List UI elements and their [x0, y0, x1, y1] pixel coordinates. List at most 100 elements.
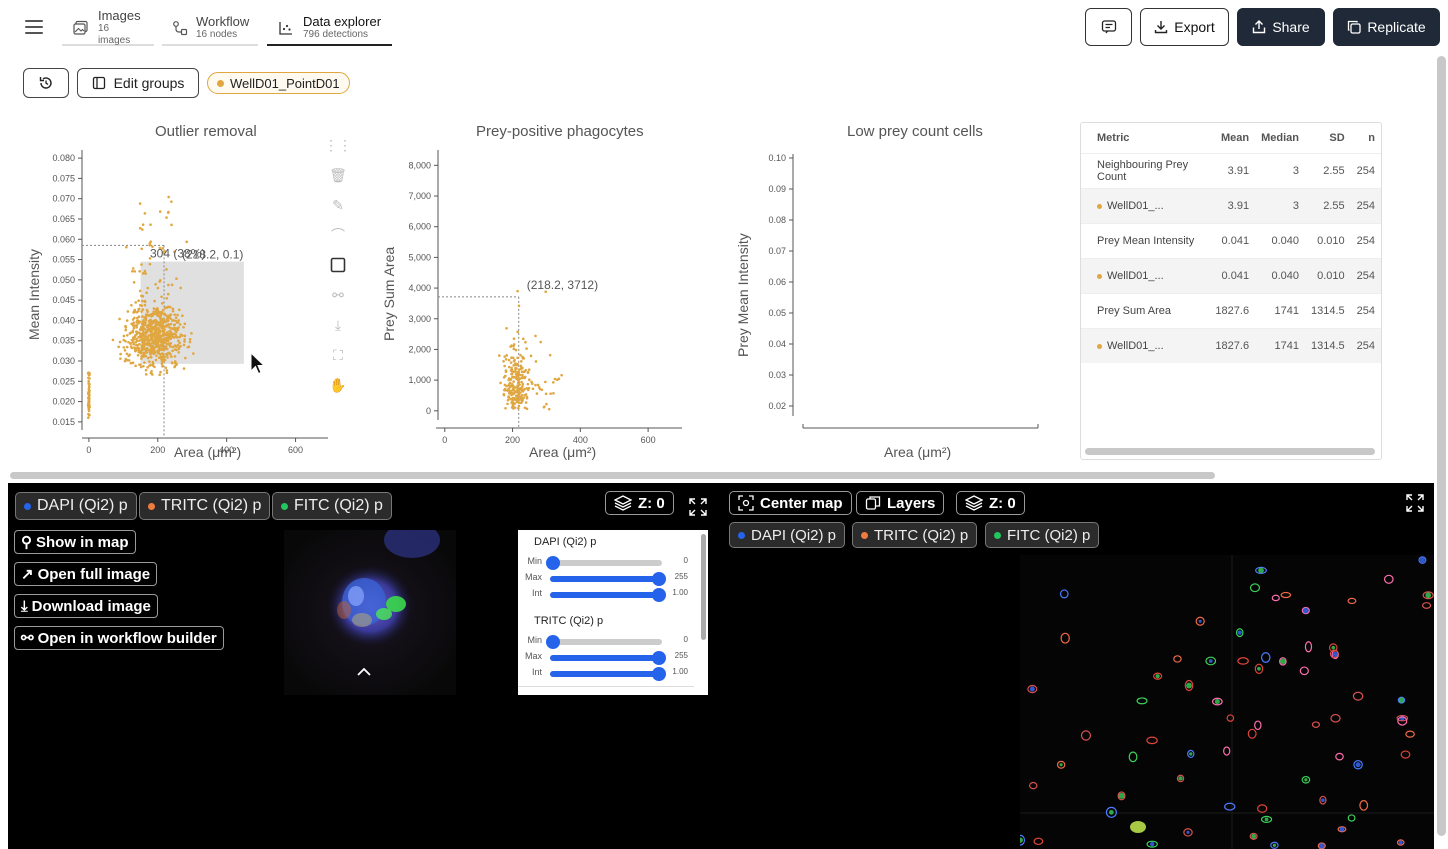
- save-icon[interactable]: ⤓: [328, 310, 348, 340]
- data-point: [154, 282, 157, 286]
- fullscreen-icon[interactable]: ⛶: [328, 340, 348, 370]
- data-point: [149, 336, 153, 340]
- workflow-icon: ⚯: [21, 630, 34, 647]
- slider-int-label: Int: [531, 588, 542, 598]
- data-point: [86, 372, 90, 375]
- cell-nucleus: [1419, 557, 1425, 563]
- layers-stack-icon: [614, 495, 632, 511]
- page-vertical-scrollbar[interactable]: [1437, 56, 1446, 836]
- col-metric: Metric: [1097, 131, 1130, 144]
- tritc-min-slider[interactable]: Min 0: [518, 633, 694, 649]
- box-select-icon[interactable]: [328, 250, 348, 280]
- cell-n: 254: [1350, 327, 1381, 363]
- cell-nucleus: [1398, 697, 1405, 703]
- data-point: [188, 340, 192, 344]
- channel-chip-dapi[interactable]: DAPI (Qi2) p: [15, 492, 137, 520]
- z-slice-button[interactable]: Z: 0: [605, 491, 674, 515]
- expand-map-icon[interactable]: [1406, 494, 1424, 517]
- tritc-min-value: 0: [683, 635, 688, 644]
- tab-images[interactable]: Images 16 images: [62, 9, 154, 46]
- drag-handle-icon[interactable]: ⋮⋮: [324, 130, 352, 160]
- cell-nucleus: [1321, 798, 1325, 803]
- data-point: [126, 310, 130, 313]
- well-chip-label: WellD01_PointD01: [230, 75, 340, 91]
- data-point: [134, 349, 137, 353]
- data-point: [534, 360, 538, 363]
- tab-data-explorer[interactable]: Data explorer 796 detections: [267, 12, 392, 46]
- tab-workflow-label: Workflow: [196, 14, 250, 29]
- table-row[interactable]: Prey Mean Intensity 0.041 0.040 0.010 254: [1081, 222, 1381, 258]
- replicate-button[interactable]: Replicate: [1333, 8, 1440, 46]
- data-point: [157, 338, 160, 342]
- tab-workflow[interactable]: Workflow 16 nodes: [162, 12, 258, 46]
- show-in-map-button[interactable]: ⚲ Show in map: [14, 530, 136, 554]
- channel-chip-fitc[interactable]: FITC (Qi2) p: [272, 492, 392, 520]
- pan-hand-icon[interactable]: ✋: [328, 370, 348, 400]
- dapi-int-slider[interactable]: Int 1.00: [518, 586, 694, 602]
- table-row[interactable]: Prey Sum Area 1827.6 1741 1314.5 254: [1081, 292, 1381, 328]
- download-image-button[interactable]: ⤓ Download image: [14, 594, 158, 618]
- dapi-max-slider[interactable]: Max 255: [518, 570, 694, 586]
- data-point: [146, 343, 149, 346]
- data-point: [141, 299, 144, 303]
- menu-icon[interactable]: [22, 16, 46, 38]
- channel-sliders-panel: DAPI (Qi2) p Min 0 Max 255 Int 1.00 TRITC (…: [518, 530, 708, 695]
- external-link-icon: ↗: [21, 566, 34, 583]
- table-subrow[interactable]: WellD01_... 3.91 3 2.55 254: [1081, 187, 1381, 223]
- images-icon: [72, 19, 90, 37]
- share-button[interactable]: Share: [1237, 8, 1325, 46]
- low-prey-scatter[interactable]: 0.02 0.03 0.04 0.05 0.06 0.07 0.08 0.09 0.10: [720, 110, 1060, 450]
- comment-button[interactable]: [1085, 8, 1132, 46]
- center-map-button[interactable]: Center map: [729, 491, 852, 515]
- slider-max-label: Max: [524, 572, 542, 582]
- tritc-max-slider[interactable]: Max 255: [518, 649, 694, 665]
- y-tick-label: 0.04: [768, 339, 786, 349]
- map-channel-dapi-label: DAPI (Qi2) p: [751, 526, 837, 544]
- data-point: [137, 309, 140, 313]
- outlier-removal-scatter[interactable]: 0.015 0.020 0.025 0.030 0.035 0.040 0.045 0.050…: [0, 110, 340, 455]
- edit-groups-button[interactable]: Edit groups: [77, 68, 199, 98]
- table-subrow[interactable]: WellD01_... 1827.6 1741 1314.5 254: [1081, 327, 1381, 363]
- table-subrow[interactable]: WellD01_... 0.041 0.040 0.010 254: [1081, 257, 1381, 293]
- data-point: [147, 319, 151, 323]
- data-point: [148, 360, 151, 363]
- trash-icon[interactable]: 🗑: [328, 160, 348, 190]
- data-point: [149, 355, 153, 359]
- comment-icon: [1101, 20, 1116, 34]
- data-point: [516, 356, 519, 360]
- pencil-icon[interactable]: ✎: [328, 190, 348, 220]
- data-point: [158, 280, 161, 283]
- data-point: [528, 378, 531, 382]
- cell-median: 0.040: [1255, 257, 1305, 293]
- table-horizontal-scrollbar[interactable]: [1085, 448, 1375, 455]
- data-point: [170, 200, 173, 203]
- data-point: [149, 313, 152, 317]
- data-point: [141, 320, 145, 323]
- tile-map-image[interactable]: [1020, 555, 1434, 849]
- well-group-chip[interactable]: WellD01_PointD01: [207, 72, 350, 94]
- data-point: [127, 354, 130, 358]
- slider-panel-scrollbar[interactable]: [701, 534, 706, 640]
- history-button[interactable]: [23, 68, 69, 98]
- map-z-slice-button[interactable]: Z: 0: [956, 491, 1025, 515]
- map-channel-chip-fitc[interactable]: FITC (Qi2) p: [985, 522, 1100, 548]
- channel-chip-tritc[interactable]: TRITC (Qi2) p: [139, 492, 271, 520]
- data-point: [87, 396, 90, 400]
- map-channel-chip-dapi[interactable]: DAPI (Qi2) p: [729, 522, 846, 548]
- data-point: [171, 309, 175, 313]
- open-full-image-button[interactable]: ↗ Open full image: [14, 562, 158, 586]
- map-channel-chip-tritc[interactable]: TRITC (Qi2) p: [852, 522, 978, 548]
- open-workflow-builder-button[interactable]: ⚯ Open in workflow builder: [14, 626, 224, 650]
- stats-table: Metric Mean Median SD n Neighbouring Pre…: [1080, 122, 1382, 460]
- lasso-icon[interactable]: ⌒: [328, 220, 348, 250]
- expand-viewer-icon[interactable]: [689, 498, 707, 521]
- link-icon[interactable]: ⚯: [328, 280, 348, 310]
- tritc-int-slider[interactable]: Int 1.00: [518, 665, 694, 681]
- charts-horizontal-scrollbar[interactable]: [10, 472, 1215, 479]
- table-row[interactable]: Neighbouring Prey Count 3.91 3 2.55 254: [1081, 152, 1381, 188]
- dapi-min-slider[interactable]: Min 0: [518, 554, 694, 570]
- prey-positive-scatter[interactable]: 0 1,000 2,000 3,000 4,000 5,000 6,000 7,000 8,00…: [360, 110, 700, 450]
- layers-button[interactable]: Layers: [856, 491, 945, 515]
- export-button[interactable]: Export: [1140, 8, 1229, 46]
- data-point: [516, 289, 519, 293]
